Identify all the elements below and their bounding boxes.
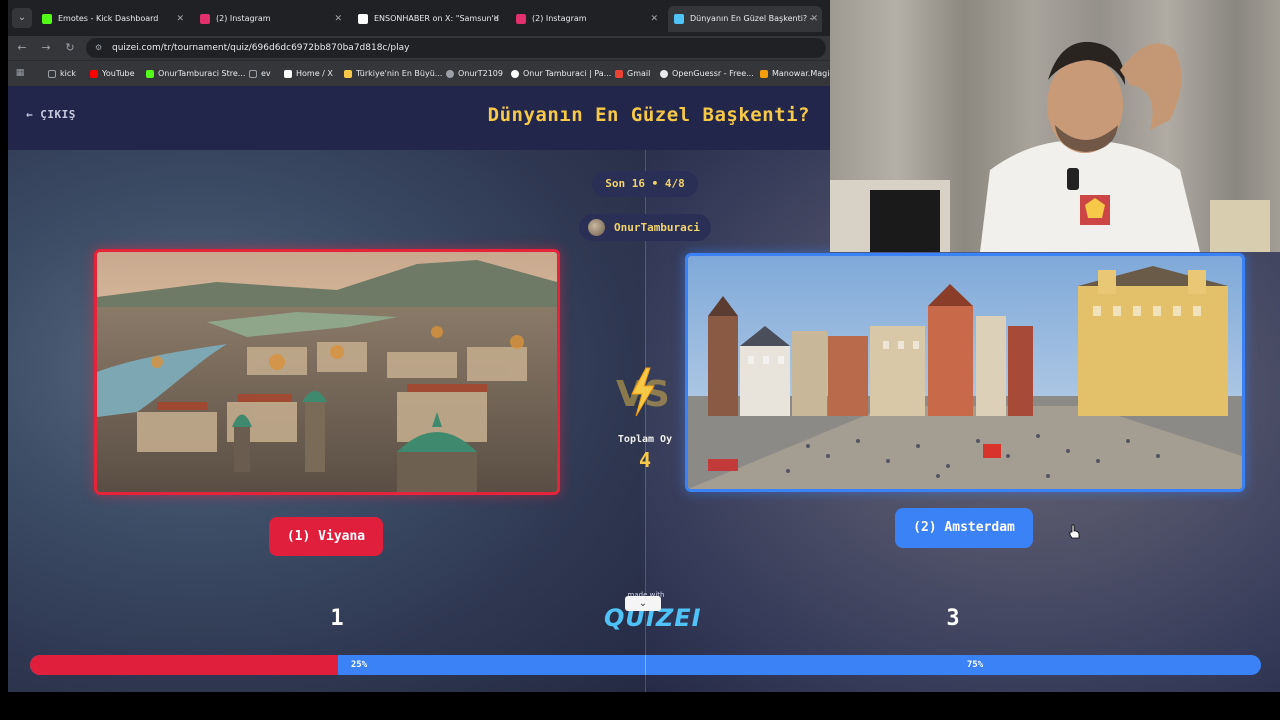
site-icon [760,70,768,78]
bookmark-label: Onur Tamburaci | Pa... [523,69,612,78]
bookmark-label: ev [261,69,271,78]
bookmark-x-home[interactable]: Home / X [284,67,333,81]
kick-icon [146,70,154,78]
arrow-left-icon: ← [26,108,34,121]
x-icon [358,14,368,24]
back-icon[interactable]: ← [14,40,30,56]
gmail-icon [615,70,623,78]
kick-icon [42,14,52,24]
url-input[interactable]: ⚙ quizei.com/tr/tournament/quiz/696d6dc6… [86,38,826,58]
bookmark-label: OnurT2109 [458,69,503,78]
total-votes-value: 4 [638,448,652,472]
site-icon [344,70,352,78]
bookmark-label: Gmail [627,69,651,78]
tab-kick-dashboard[interactable]: Emotes - Kick Dashboard ✕ [36,6,188,32]
left-vote-fill [30,655,338,675]
hand-cursor-icon [1069,524,1080,539]
username: OnurTamburaci [613,221,701,234]
site-icon [446,70,454,78]
option-left-button[interactable]: (1) Viyana [269,517,383,556]
city-square-photo [688,256,1242,489]
vs-lightning-icon: VS [616,367,668,417]
exit-label: ÇIKIŞ [40,108,76,121]
bookmark-patreon[interactable]: Onur Tamburaci | Pa... [511,67,611,81]
folder-icon [249,70,257,78]
bookmark-youtube[interactable]: YouTube [90,67,135,81]
bookmark-label: Türkiye'nin En Büyü... [356,69,443,78]
forward-icon[interactable]: → [38,40,54,56]
user-badge: OnurTamburaci [579,214,711,241]
right-percent-label: 75% [966,660,984,670]
tab-x-post[interactable]: ENSONHABER on X: "Samsun'd ✕ [352,6,504,32]
instagram-icon [200,14,210,24]
bookmark-turkiye[interactable]: Türkiye'nin En Büyü... [344,67,442,81]
bookmark-label: OnurTamburaci Stre... [158,69,246,78]
site-info-icon[interactable]: ⚙ [95,38,102,58]
close-icon[interactable]: ✕ [492,6,500,32]
tab-search-icon[interactable]: ⌄ [12,8,32,28]
x-icon [284,70,292,78]
quiz-header: ← ÇIKIŞ Dünyanın En Güzel Başkenti? [8,86,830,150]
close-icon[interactable]: ✕ [176,6,184,32]
bookmark-label: kick [60,69,76,78]
tab-title: (2) Instagram [532,14,587,23]
bookmark-label: YouTube [102,69,135,78]
bookmarks-bar: ▦ kick YouTube OnurTamburaci Stre... ev … [8,60,834,86]
bookmark-gmail[interactable]: Gmail [615,67,650,81]
page-title: Dünyanın En Güzel Başkenti? [487,104,810,126]
bookmark-ev[interactable]: ev [249,67,271,81]
patreon-icon [511,70,519,78]
bookmark-label: OpenGuessr - Free... [672,69,754,78]
browser-window: ⌄ Emotes - Kick Dashboard ✕ (2) Instagra… [8,0,834,86]
avatar [588,219,605,236]
option-right-button[interactable]: (2) Amsterdam [895,508,1033,548]
vote-progress-bar: 25% 75% [30,655,1261,675]
bar-midpoint [645,655,646,675]
tab-instagram-2[interactable]: (2) Instagram ✕ [510,6,662,32]
apps-icon[interactable]: ▦ [12,65,28,81]
tab-instagram-1[interactable]: (2) Instagram ✕ [194,6,346,32]
option-left-image[interactable] [94,249,560,495]
option-right-image[interactable] [685,253,1245,492]
youtube-icon [90,70,98,78]
url-text: quizei.com/tr/tournament/quiz/696d6dc697… [112,43,410,53]
collapse-button[interactable]: ⌄ [625,596,661,611]
tab-title: ENSONHABER on X: "Samsun'd [374,14,499,23]
left-vote-count: 1 [330,606,344,631]
bookmark-label: Home / X [296,69,333,78]
round-badge: Son 16 • 4/8 [592,171,698,197]
left-percent-label: 25% [350,660,368,670]
bookmark-label: Manowar.Magic [772,69,834,78]
quizei-icon [674,14,684,24]
folder-icon [48,70,56,78]
bookmark-manowar[interactable]: Manowar.Magic [760,67,834,81]
bookmark-kick-stream[interactable]: OnurTamburaci Stre... [146,67,245,81]
bookmark-onurt2109[interactable]: OnurT2109 [446,67,503,81]
close-icon[interactable]: ✕ [810,6,818,32]
globe-icon [660,70,668,78]
webcam-overlay [830,0,1280,252]
city-river-photo [97,252,557,492]
bookmark-openguessr[interactable]: OpenGuessr - Free... [660,67,754,81]
reload-icon[interactable]: ↻ [62,40,78,56]
close-icon[interactable]: ✕ [650,6,658,32]
instagram-icon [516,14,526,24]
tab-quizei[interactable]: Dünyanın En Güzel Başkenti? - ✕ [668,6,822,32]
exit-button[interactable]: ← ÇIKIŞ [26,108,76,121]
bookmark-kick[interactable]: kick [48,67,76,81]
right-vote-count: 3 [946,606,960,631]
tab-bar: ⌄ Emotes - Kick Dashboard ✕ (2) Instagra… [8,0,830,36]
tab-title: (2) Instagram [216,14,271,23]
close-icon[interactable]: ✕ [334,6,342,32]
streamer-webcam-photo [830,0,1280,252]
total-votes-label: Toplam Oy [617,434,673,445]
chevron-down-icon: ⌄ [638,598,648,609]
tab-title: Emotes - Kick Dashboard [58,14,159,23]
tab-title: Dünyanın En Güzel Başkenti? - [690,14,813,23]
address-bar: ← → ↻ ⚙ quizei.com/tr/tournament/quiz/69… [8,36,830,60]
